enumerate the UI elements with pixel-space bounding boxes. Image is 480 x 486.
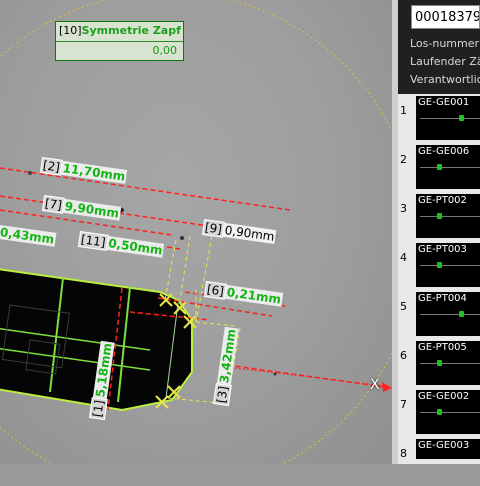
tolerance-value: 0,00 [152,44,178,57]
list-item-number: 8 [400,447,407,460]
measurement-index: [3] [213,383,232,407]
tolerance-indicator [436,164,442,170]
list-item[interactable]: 8 GE-GE003 [398,437,480,486]
tolerance-indicator [459,311,465,317]
list-item[interactable]: 4 GE-PT003 [398,241,480,290]
list-item-card[interactable]: GE-GE001 [416,96,480,140]
list-item[interactable]: 1 GE-GE001 [398,94,480,143]
list-item-name: GE-PT002 [418,195,467,206]
list-item-card[interactable]: GE-PT004 [416,292,480,336]
list-item[interactable]: 6 GE-PT005 [398,339,480,388]
tolerance-index: [10] [59,24,82,37]
list-item-number: 5 [400,300,407,313]
list-item-card[interactable]: GE-GE006 [416,145,480,189]
tolerance-track [420,412,480,413]
list-item-number: 2 [400,153,407,166]
list-item-name: GE-GE001 [418,97,470,108]
measurement-index: [6] [203,281,227,300]
list-item-name: GE-PT003 [418,244,467,255]
tolerance-indicator [436,360,442,366]
axis-arrow [382,382,392,392]
responsible-label: Verantwortlich [410,73,480,86]
tolerance-indicator [436,409,442,415]
list-item-card[interactable]: GE-PT005 [416,341,480,385]
list-item[interactable]: 2 GE-GE006 [398,143,480,192]
list-item-name: GE-GE002 [418,391,470,402]
list-item-card[interactable]: GE-GE003 [416,439,480,459]
list-item-number: 4 [400,251,407,264]
tolerance-name: Symmetrie Zapf [81,24,181,37]
measurement-overlay [0,0,392,464]
tolerance-track [420,314,480,315]
list-item-card[interactable]: GE-GE002 [416,390,480,434]
list-item-number: 3 [400,202,407,215]
list-item-name: GE-PT004 [418,293,467,304]
list-item-number: 7 [400,398,407,411]
tolerance-track [420,363,480,364]
lot-number-field[interactable]: 00018379 [411,5,480,29]
list-item[interactable]: 3 GE-PT002 [398,192,480,241]
measurement-index: [7] [41,195,65,214]
debris [273,372,277,376]
measurement-index: [2] [39,157,63,176]
tolerance-track [420,216,480,217]
tolerance-track [420,265,480,266]
feature-list: 1 GE-GE001 2 GE-GE006 3 GE-PT002 4 GE-PT003 5 GE-… [398,94,480,464]
measurement-index: [9] [201,219,225,238]
list-item-number: 6 [400,349,407,362]
tolerance-track [420,167,480,168]
camera-view: X [10]Symmetrie Zapf 0,00 [2]11,70mm [7]… [0,0,392,464]
tolerance-title: [10]Symmetrie Zapf [56,22,183,42]
axis-x-label: X [370,377,380,393]
tolerance-box[interactable]: [10]Symmetrie Zapf 0,00 [55,21,184,61]
list-item-name: GE-PT005 [418,342,467,353]
tolerance-indicator [436,213,442,219]
lot-number-label: Los-nummer [410,37,480,50]
list-item-card[interactable]: GE-PT002 [416,194,480,238]
debris [28,171,32,175]
measurement-index: [1] [89,397,108,421]
list-item[interactable]: 7 GE-GE002 [398,388,480,437]
tolerance-indicator [436,262,442,268]
list-item-card[interactable]: GE-PT003 [416,243,480,287]
tolerance-indicator [459,115,465,121]
list-item-name: GE-GE006 [418,146,470,157]
list-item[interactable]: 5 GE-PT004 [398,290,480,339]
list-item-number: 1 [400,104,407,117]
list-item-name: GE-GE003 [418,440,470,451]
running-number-label: Laufender Zä [410,55,480,68]
debris [180,236,184,240]
tolerance-track [420,118,480,119]
